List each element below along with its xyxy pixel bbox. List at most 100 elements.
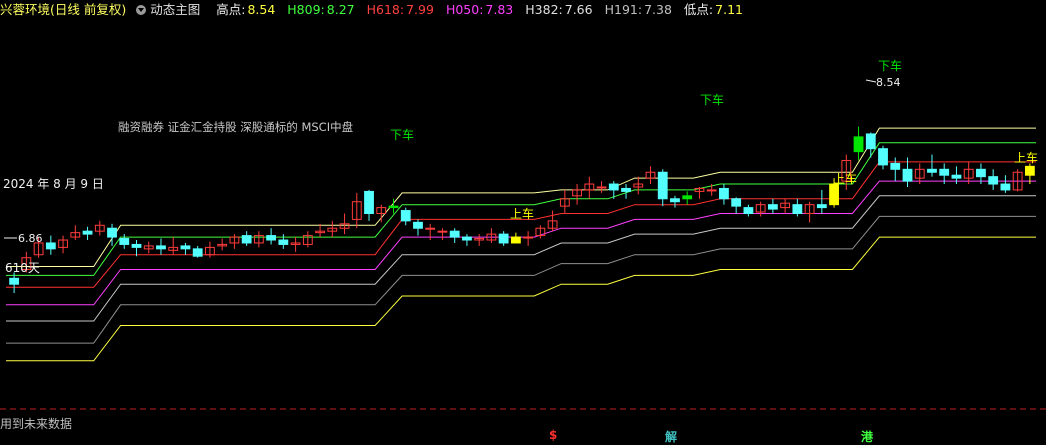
candle (890, 157, 901, 182)
candle (780, 198, 791, 214)
low-value-label: 6.86 (18, 232, 43, 245)
candle (878, 145, 888, 170)
candle (413, 219, 423, 236)
footer-note: 用到未来数据 (0, 417, 73, 431)
candle-body (400, 210, 411, 222)
candle (670, 195, 680, 208)
candle (559, 189, 570, 214)
candle (547, 210, 558, 232)
candle (192, 245, 203, 258)
candle (682, 191, 693, 205)
candle (988, 169, 999, 190)
candle (755, 201, 766, 217)
candle-body (596, 186, 607, 189)
candle (1012, 169, 1023, 192)
candle (767, 198, 778, 214)
candle-body (9, 277, 20, 285)
candle-body (792, 204, 803, 215)
candle (523, 231, 534, 246)
candle-body (829, 183, 839, 206)
candle (804, 201, 815, 223)
candle (792, 198, 803, 217)
candle-body (192, 248, 203, 257)
candle-body (878, 148, 888, 166)
concept-text: 融资融券 证金汇金持股 深股通标的 MSCI中盘 (118, 120, 353, 134)
candle (731, 197, 742, 214)
candle (364, 189, 374, 221)
candle-body (180, 245, 191, 250)
candle (621, 184, 631, 199)
candle (156, 238, 166, 255)
candle (205, 241, 215, 258)
buy-signal-label: 上车 (833, 171, 857, 186)
candle (816, 189, 827, 214)
candle (302, 231, 313, 248)
candle (131, 240, 142, 257)
candle (645, 166, 656, 185)
candle-body (951, 174, 962, 179)
candle-body (670, 198, 680, 203)
candlestick-chart: 2024 年 8 月 9 日 融资融券 证金汇金持股 深股通标的 MSCI中盘 6.… (0, 58, 1046, 410)
candle-body (682, 195, 693, 200)
band-line-H191 (6, 215, 1036, 344)
candle (278, 234, 289, 249)
candle (927, 154, 937, 177)
candle (633, 176, 644, 195)
candle (474, 234, 485, 246)
candle-body (731, 198, 742, 207)
candle-body (278, 239, 289, 245)
candle-body (608, 183, 619, 191)
candle (694, 186, 705, 199)
days-label: 610天 (5, 261, 40, 275)
candle (865, 132, 876, 158)
candle (241, 231, 252, 246)
candle-body (523, 236, 534, 239)
footer-marker-2: 港 (861, 430, 874, 444)
candle-body (449, 230, 460, 238)
candle (168, 237, 179, 255)
high-value-arrow (865, 79, 877, 83)
candle (266, 228, 277, 245)
candle-body (131, 243, 142, 248)
candle (376, 204, 387, 223)
sell-signal-label: 下车 (700, 92, 724, 107)
candle (657, 169, 668, 207)
candle-body (119, 238, 130, 245)
candle-body (241, 235, 252, 244)
candle (706, 184, 717, 196)
candle-body (425, 227, 436, 230)
candle-body (498, 233, 509, 244)
candle-body (976, 168, 986, 178)
candle-body (902, 168, 913, 182)
candle (1000, 175, 1011, 193)
candle-body (743, 207, 754, 215)
sell-signal-label: 下车 (878, 58, 902, 73)
candle-body (853, 136, 864, 153)
candle-body (1024, 165, 1035, 176)
candle-body (510, 236, 521, 244)
candle (315, 223, 325, 238)
candle-body (719, 187, 729, 200)
date-label: 2024 年 8 月 9 日 (3, 177, 104, 191)
buy-signal-label: 上车 (1014, 150, 1038, 165)
candle (584, 176, 595, 199)
candle-body (413, 221, 423, 229)
candle (437, 228, 448, 241)
candle (449, 228, 460, 243)
footer-marker-1: 解 (665, 430, 678, 444)
candle-body (767, 204, 778, 210)
candle-body (816, 204, 827, 209)
candle (180, 242, 191, 255)
candle (290, 237, 301, 252)
candle-body (266, 235, 277, 241)
candle (498, 231, 509, 246)
candle-body (364, 190, 374, 214)
candle (217, 238, 228, 251)
candle-body (82, 230, 93, 235)
candle (719, 184, 729, 205)
candle (253, 231, 264, 248)
candle (327, 220, 338, 238)
footer-marker-0: $ (549, 428, 558, 442)
candle (743, 204, 754, 217)
candle (70, 225, 81, 241)
